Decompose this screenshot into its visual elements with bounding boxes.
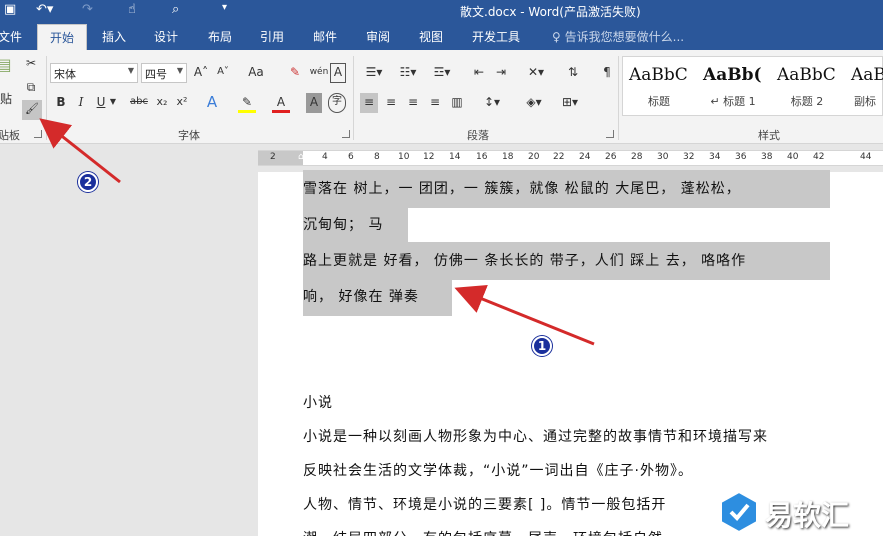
watermark-logo-icon [720,490,758,534]
step-badge-2: 2 [78,172,98,192]
word-window: ▣ ↶▾ ↷ ☝ ⌕ ▾ 散文.docx - Word(产品激活失败) 文件 开… [0,0,883,536]
step-badge-1: 1 [532,336,552,356]
arrow-to-selection [454,285,595,346]
annotation-arrows [39,118,595,346]
watermark-text: 易软汇 [765,499,850,532]
watermark: 易软汇 [715,488,883,536]
